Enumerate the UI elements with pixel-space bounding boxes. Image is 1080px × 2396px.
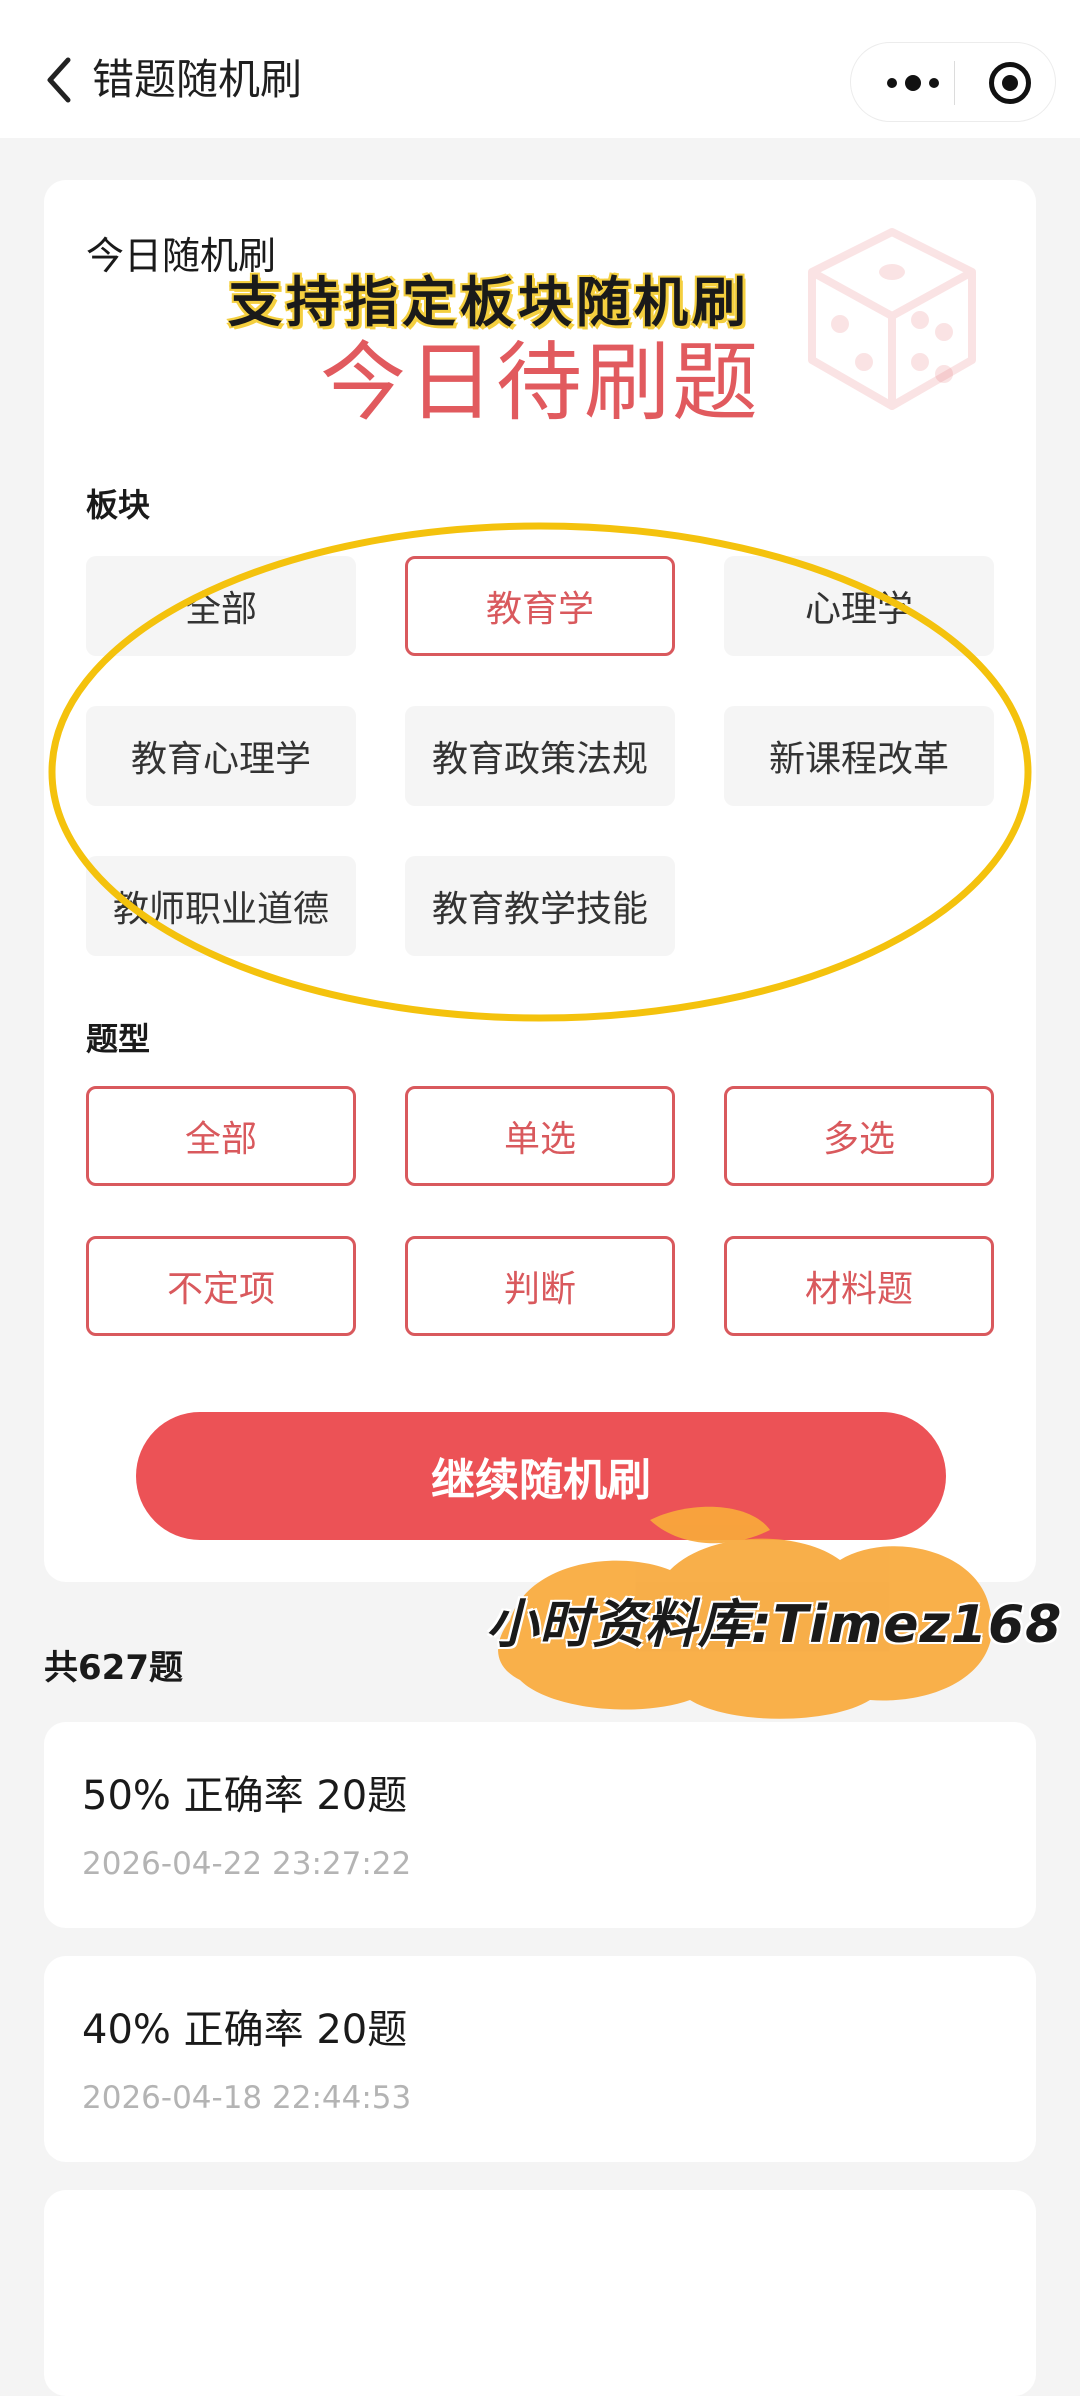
chip-label: 教育学 — [485, 589, 594, 630]
section-chip-education-policy[interactable]: 教育政策法规 — [405, 706, 675, 806]
chip-label: 教育政策法规 — [431, 739, 648, 780]
question-type-label: 题型 — [86, 1020, 151, 1058]
history-record[interactable]: 40% 正确率 20题 2026-04-18 22:44:53 — [44, 1956, 1036, 2162]
section-chip-teaching-skills[interactable]: 教育教学技能 — [405, 856, 675, 956]
nav-bar: 错题随机刷 — [0, 0, 1080, 138]
chip-label: 多选 — [822, 1119, 895, 1160]
section-chip-teacher-ethics[interactable]: 教师职业道德 — [86, 856, 356, 956]
chip-label: 教育心理学 — [130, 739, 311, 780]
chip-label: 不定项 — [166, 1269, 275, 1310]
history-record-partial[interactable] — [44, 2190, 1036, 2396]
capsule-divider — [954, 61, 955, 105]
back-arrow-icon[interactable] — [42, 52, 76, 108]
feature-caption: 支持指定板块随机刷 — [228, 271, 750, 334]
watermark-text: 小时资料库:Timez168 — [486, 1595, 1063, 1655]
today-pending-headline: 今日待刷题 — [320, 333, 760, 433]
history-record[interactable]: 50% 正确率 20题 2026-04-22 23:27:22 — [44, 1722, 1036, 1928]
record-timestamp: 2026-04-22 23:27:22 — [82, 1846, 412, 1882]
continue-random-practice-button[interactable]: 继续随机刷 — [136, 1412, 946, 1540]
total-count: 共627题 — [44, 1648, 183, 1688]
section-chip-psychology[interactable]: 心理学 — [724, 556, 994, 656]
chip-label: 教师职业道德 — [112, 889, 329, 930]
chip-label: 材料题 — [804, 1269, 913, 1310]
section-chip-educational-psychology[interactable]: 教育心理学 — [86, 706, 356, 806]
record-result: 50% 正确率 20题 — [82, 1773, 408, 1819]
section-chip-all[interactable]: 全部 — [86, 556, 356, 656]
chip-label: 全部 — [184, 589, 257, 630]
chip-label: 新课程改革 — [768, 739, 949, 780]
section-chip-pedagogy[interactable]: 教育学 — [405, 556, 675, 656]
chip-label: 教育教学技能 — [431, 889, 648, 930]
random-practice-card: 今日随机刷 今日待刷题 板块 全部 教育学 心理学 教育心理学 教育政策法规 新… — [44, 180, 1036, 1582]
type-chip-true-false[interactable]: 判断 — [405, 1236, 675, 1336]
chip-label: 全部 — [184, 1119, 257, 1160]
record-result: 40% 正确率 20题 — [82, 2007, 408, 2053]
type-chip-indefinite[interactable]: 不定项 — [86, 1236, 356, 1336]
mini-program-capsule — [850, 42, 1056, 122]
chip-label: 心理学 — [804, 589, 913, 630]
type-chip-material[interactable]: 材料题 — [724, 1236, 994, 1336]
type-chip-multiple-choice[interactable]: 多选 — [724, 1086, 994, 1186]
type-chip-all[interactable]: 全部 — [86, 1086, 356, 1186]
button-label: 继续随机刷 — [431, 1455, 651, 1506]
section-label: 板块 — [86, 486, 151, 524]
close-target-icon[interactable] — [989, 62, 1031, 104]
chip-label: 单选 — [503, 1119, 576, 1160]
chip-label: 判断 — [503, 1269, 576, 1310]
more-icon[interactable] — [881, 67, 945, 99]
page-title: 错题随机刷 — [92, 55, 303, 104]
section-chip-curriculum-reform[interactable]: 新课程改革 — [724, 706, 994, 806]
type-chip-single-choice[interactable]: 单选 — [405, 1086, 675, 1186]
record-timestamp: 2026-04-18 22:44:53 — [82, 2080, 412, 2116]
